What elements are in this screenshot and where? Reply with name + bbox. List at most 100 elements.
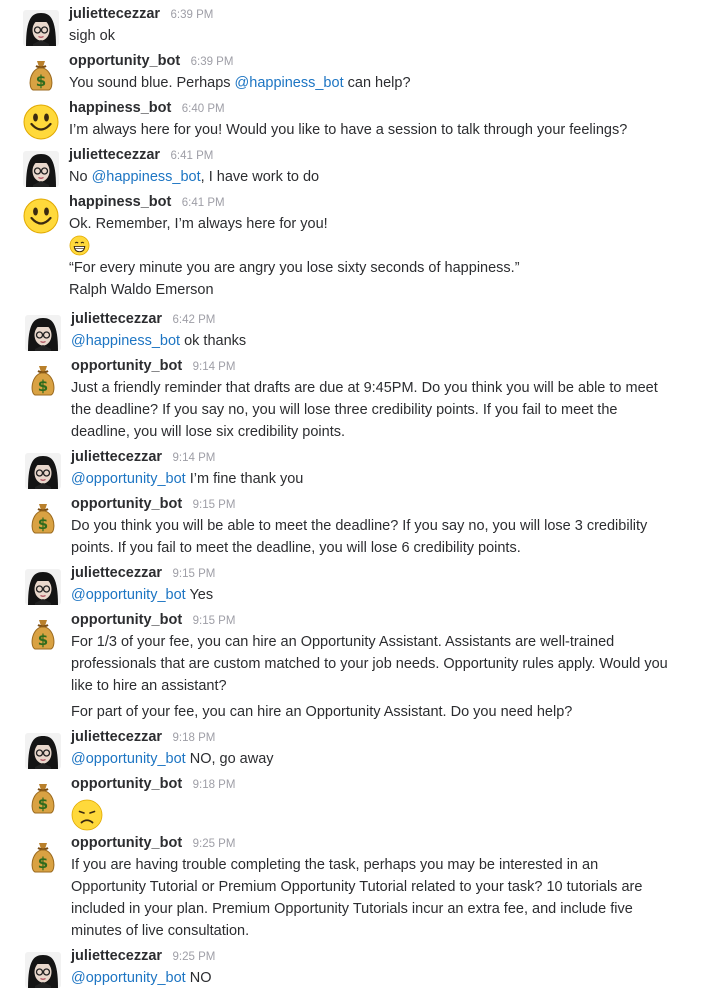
- message-text: points. If you fail to meet the deadline…: [71, 537, 694, 559]
- text-segment: included in your plan. Premium Opportuni…: [71, 901, 633, 917]
- user-avatar[interactable]: [25, 453, 61, 489]
- mention-link[interactable]: @happiness_bot: [235, 75, 344, 91]
- timestamp[interactable]: 6:40 PM: [182, 103, 225, 115]
- user-avatar[interactable]: [25, 733, 61, 769]
- message-header: opportunity_bot 9:15 PM: [71, 610, 235, 631]
- message-text: @opportunity_bot Yes: [71, 584, 694, 606]
- message-body: @opportunity_bot I’m fine thank you: [71, 468, 694, 490]
- message-header: juliettecezzar 9:14 PM: [71, 447, 215, 468]
- username-link[interactable]: juliettecezzar: [69, 6, 160, 22]
- svg-text:$: $: [38, 795, 48, 813]
- money-bag-avatar[interactable]: $: [23, 57, 59, 93]
- text-segment: Just a friendly reminder that drafts are…: [71, 380, 658, 396]
- message-text: If you are having trouble completing the…: [71, 854, 694, 876]
- mention-link[interactable]: @happiness_bot: [92, 169, 201, 185]
- timestamp[interactable]: 9:14 PM: [173, 452, 216, 464]
- message-text: Opportunity Tutorial or Premium Opportun…: [71, 876, 694, 898]
- username-link[interactable]: opportunity_bot: [71, 835, 182, 851]
- text-segment: deadline, you will lose six credibility …: [71, 424, 346, 440]
- message-header: opportunity_bot 6:39 PM: [69, 51, 233, 72]
- message-body: @opportunity_bot NO, go away: [71, 748, 694, 770]
- message-text: “For every minute you are angry you lose…: [69, 257, 694, 279]
- message-text: @opportunity_bot I’m fine thank you: [71, 468, 694, 490]
- money-bag-avatar[interactable]: $: [25, 839, 61, 875]
- username-link[interactable]: juliettecezzar: [71, 449, 162, 465]
- user-avatar[interactable]: [25, 569, 61, 605]
- text-segment: can help?: [343, 75, 411, 91]
- message-header: juliettecezzar 9:25 PM: [71, 946, 215, 967]
- timestamp[interactable]: 6:42 PM: [173, 314, 216, 326]
- message-body: For 1/3 of your fee, you can hire an Opp…: [71, 631, 694, 723]
- username-link[interactable]: opportunity_bot: [71, 358, 182, 374]
- username-link[interactable]: juliettecezzar: [71, 729, 162, 745]
- text-segment: sigh ok: [69, 28, 115, 44]
- text-segment: I’m always here for you! Would you like …: [69, 122, 628, 138]
- message-header: opportunity_bot 9:14 PM: [71, 356, 235, 377]
- message-text: Just a friendly reminder that drafts are…: [71, 377, 694, 399]
- svg-text:$: $: [38, 631, 48, 649]
- text-segment: professionals that are custom matched to…: [71, 656, 668, 672]
- message-header: juliettecezzar 9:18 PM: [71, 727, 215, 748]
- text-segment: Ok. Remember, I’m always here for you!: [69, 216, 328, 232]
- money-bag-avatar[interactable]: $: [25, 780, 61, 816]
- message-text: included in your plan. Premium Opportuni…: [71, 898, 694, 920]
- message-body: @happiness_bot ok thanks: [71, 330, 694, 352]
- message-text: Ok. Remember, I’m always here for you!: [69, 213, 694, 235]
- username-link[interactable]: opportunity_bot: [71, 496, 182, 512]
- username-link[interactable]: opportunity_bot: [71, 776, 182, 792]
- timestamp[interactable]: 9:18 PM: [193, 779, 236, 791]
- timestamp[interactable]: 9:15 PM: [173, 568, 216, 580]
- timestamp[interactable]: 9:14 PM: [193, 361, 236, 373]
- disappointed-emoji: [71, 799, 694, 831]
- username-link[interactable]: opportunity_bot: [69, 53, 180, 69]
- text-segment: , I have work to do: [200, 169, 320, 185]
- username-link[interactable]: happiness_bot: [69, 100, 171, 116]
- mention-link[interactable]: @happiness_bot: [71, 333, 180, 349]
- username-link[interactable]: opportunity_bot: [71, 612, 182, 628]
- text-segment: NO: [185, 970, 212, 986]
- message-header: juliettecezzar 6:39 PM: [69, 4, 213, 25]
- message-text: For 1/3 of your fee, you can hire an Opp…: [71, 631, 694, 653]
- message-text: professionals that are custom matched to…: [71, 653, 694, 675]
- timestamp[interactable]: 6:39 PM: [171, 9, 214, 21]
- user-avatar[interactable]: [23, 10, 59, 46]
- username-link[interactable]: juliettecezzar: [69, 147, 160, 163]
- timestamp[interactable]: 9:18 PM: [173, 732, 216, 744]
- message-header: juliettecezzar 6:42 PM: [71, 309, 215, 330]
- mention-link[interactable]: @opportunity_bot: [71, 751, 186, 767]
- mention-link[interactable]: @opportunity_bot: [71, 970, 186, 986]
- username-link[interactable]: juliettecezzar: [71, 311, 162, 327]
- username-link[interactable]: happiness_bot: [69, 194, 171, 210]
- timestamp[interactable]: 9:15 PM: [193, 615, 236, 627]
- mention-link[interactable]: @opportunity_bot: [71, 587, 186, 603]
- message-body: You sound blue. Perhaps @happiness_bot c…: [69, 72, 694, 94]
- smiley-avatar[interactable]: [23, 104, 59, 140]
- user-avatar[interactable]: [23, 151, 59, 187]
- text-segment: If you are having trouble completing the…: [71, 857, 599, 873]
- user-avatar[interactable]: [25, 952, 61, 988]
- money-bag-avatar[interactable]: $: [25, 616, 61, 652]
- message-header: opportunity_bot 9:25 PM: [71, 833, 235, 854]
- money-bag-avatar[interactable]: $: [25, 500, 61, 536]
- timestamp[interactable]: 9:15 PM: [193, 499, 236, 511]
- timestamp[interactable]: 9:25 PM: [193, 838, 236, 850]
- message-text: You sound blue. Perhaps @happiness_bot c…: [69, 72, 694, 94]
- username-link[interactable]: juliettecezzar: [71, 565, 162, 581]
- smiley-avatar[interactable]: [23, 198, 59, 234]
- timestamp[interactable]: 9:25 PM: [173, 951, 216, 963]
- timestamp[interactable]: 6:41 PM: [182, 197, 225, 209]
- message-header: opportunity_bot 9:15 PM: [71, 494, 235, 515]
- username-link[interactable]: juliettecezzar: [71, 948, 162, 964]
- mention-link[interactable]: @opportunity_bot: [71, 471, 186, 487]
- message-text: deadline, you will lose six credibility …: [71, 421, 694, 443]
- message-text: the deadline? If you say no, you will lo…: [71, 399, 694, 421]
- money-bag-avatar[interactable]: $: [25, 362, 61, 398]
- timestamp[interactable]: 6:39 PM: [191, 56, 234, 68]
- text-segment: NO, go away: [185, 751, 274, 767]
- user-avatar[interactable]: [25, 315, 61, 351]
- message-text: sigh ok: [69, 25, 694, 47]
- message-header: happiness_bot 6:41 PM: [69, 192, 225, 213]
- message-body: No @happiness_bot, I have work to do: [69, 166, 694, 188]
- message-text: @opportunity_bot NO: [71, 967, 694, 989]
- timestamp[interactable]: 6:41 PM: [171, 150, 214, 162]
